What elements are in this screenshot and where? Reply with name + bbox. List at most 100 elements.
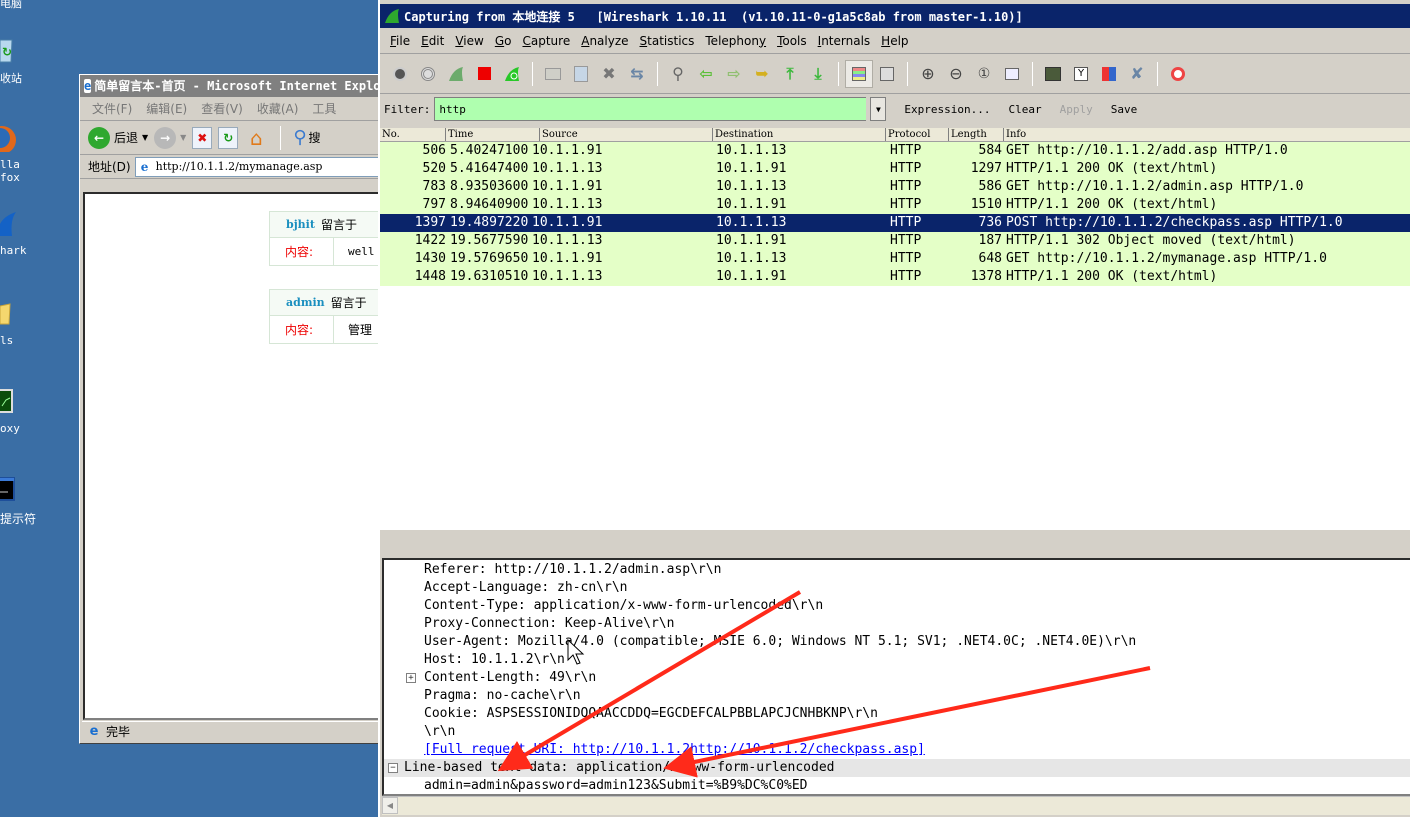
desktop-icon-tools-folder[interactable]: ls	[0, 300, 46, 347]
desktop-icon-wireshark[interactable]: hark	[0, 210, 46, 257]
detail-line[interactable]: [Full request URI: http://10.1.1.2http:/…	[384, 741, 1410, 759]
auto-scroll-button[interactable]	[873, 60, 901, 88]
ie-menu-edit[interactable]: 编辑(E)	[146, 100, 187, 117]
save-file-button[interactable]	[567, 60, 595, 88]
coloring-rules-button[interactable]	[1095, 60, 1123, 88]
preferences-button[interactable]: ✘	[1123, 60, 1151, 88]
column-header-no[interactable]: No.	[380, 128, 446, 141]
detail-line[interactable]: Proxy-Connection: Keep-Alive\r\n	[384, 615, 1410, 633]
column-header-source[interactable]: Source	[540, 128, 713, 141]
message-author[interactable]: bjhit	[286, 218, 315, 231]
menu-analyze[interactable]: Analyze	[581, 34, 628, 48]
apply-button[interactable]: Apply	[1060, 103, 1093, 116]
go-to-packet-button[interactable]: ➥	[748, 60, 776, 88]
detail-line[interactable]: Accept-Language: zh-cn\r\n	[384, 579, 1410, 597]
detail-line[interactable]: Host: 10.1.1.2\r\n	[384, 651, 1410, 669]
stop-capture-button[interactable]	[470, 60, 498, 88]
detail-line[interactable]: − Line-based text data: application/x-www…	[384, 759, 1410, 777]
capture-options-button[interactable]	[414, 60, 442, 88]
go-back-button[interactable]: ⇦	[692, 60, 720, 88]
column-header-info[interactable]: Info	[1004, 128, 1410, 141]
packet-row[interactable]: 1448 19.6310510 10.1.1.13 10.1.1.91 HTTP 1378…	[380, 268, 1410, 286]
menu-statistics[interactable]: Statistics	[640, 34, 695, 48]
menu-edit[interactable]: Edit	[421, 34, 444, 48]
detail-line[interactable]: User-Agent: Mozilla/4.0 (compatible; MSI…	[384, 633, 1410, 651]
detail-line[interactable]: admin=admin&password=admin123&Submit=%B9…	[384, 777, 1410, 794]
search-button[interactable]: ⚲ 搜	[293, 127, 320, 148]
message-author[interactable]: admin	[286, 296, 325, 309]
menu-file[interactable]: File	[390, 34, 410, 48]
packet-row[interactable]: 797 8.94640900 10.1.1.13 10.1.1.91 HTTP 1510 H…	[380, 196, 1410, 214]
address-input[interactable]: e http://10.1.1.2/mymanage.asp	[134, 156, 380, 177]
back-button[interactable]: ← 后退 ▼	[88, 126, 148, 149]
filter-dropdown-button[interactable]: ▼	[870, 97, 887, 121]
packet-row[interactable]: 783 8.93503600 10.1.1.91 10.1.1.13 HTTP 586 GE…	[380, 178, 1410, 196]
home-button[interactable]: ⌂	[244, 127, 268, 149]
detail-line[interactable]: Pragma: no-cache\r\n	[384, 687, 1410, 705]
go-last-packet-button[interactable]: ⤓	[804, 60, 832, 88]
go-first-packet-button[interactable]: ⤒	[776, 60, 804, 88]
packet-row[interactable]: 520 5.41647400 10.1.1.13 10.1.1.91 HTTP 1297 H…	[380, 160, 1410, 178]
colorize-button[interactable]	[845, 59, 873, 88]
expression-button[interactable]: Expression...	[904, 103, 990, 116]
detail-line[interactable]: \r\n	[384, 723, 1410, 741]
column-header-protocol[interactable]: Protocol	[886, 128, 949, 141]
restart-capture-button[interactable]	[498, 60, 526, 88]
find-packet-button[interactable]: ⚲	[664, 60, 692, 88]
capture-filters-button[interactable]	[1039, 60, 1067, 88]
packet-row[interactable]: 506 5.40247100 10.1.1.91 10.1.1.13 HTTP 584 GE…	[380, 142, 1410, 160]
wireshark-title-bar[interactable]: Capturing from 本地连接 5 [Wireshark 1.10.11…	[380, 4, 1410, 28]
zoom-in-button[interactable]: ⊕	[914, 60, 942, 88]
forward-button[interactable]: → ▼	[154, 126, 186, 149]
menu-telephony[interactable]: Telephony	[705, 34, 766, 48]
detail-line[interactable]: Cookie: ASPSESSIONIDQQAACCDDQ=EGCDEFCALP…	[384, 705, 1410, 723]
save-filter-button[interactable]: Save	[1111, 103, 1138, 116]
refresh-button[interactable]: ↻	[218, 126, 239, 149]
reload-button[interactable]: ⇆	[623, 60, 651, 88]
ie-menu-file[interactable]: 文件(F)	[92, 100, 132, 117]
ie-menu-favorites[interactable]: 收藏(A)	[257, 100, 299, 117]
desktop-icon-firefox[interactable]: lla fox	[0, 124, 46, 184]
menu-tools[interactable]: Tools	[777, 34, 807, 48]
open-file-button[interactable]	[539, 60, 567, 88]
ie-menu-tools[interactable]: 工具	[312, 100, 336, 117]
detail-line[interactable]: Referer: http://10.1.1.2/admin.asp\r\n	[384, 561, 1410, 579]
desktop-icon-recycle-bin[interactable]: ↻ 收站	[0, 36, 46, 86]
ie-menu-view[interactable]: 查看(V)	[201, 100, 243, 117]
menu-internals[interactable]: Internals	[818, 34, 871, 48]
collapse-icon[interactable]: −	[388, 763, 398, 773]
start-capture-button[interactable]	[442, 60, 470, 88]
clear-button[interactable]: Clear	[1008, 103, 1041, 116]
interfaces-button[interactable]	[386, 60, 414, 88]
desktop-icon-proxy[interactable]: oxy	[0, 388, 46, 435]
packet-row[interactable]: 1430 19.5769650 10.1.1.91 10.1.1.13 HTTP 648 G…	[380, 250, 1410, 268]
detail-link[interactable]: [Full request URI: http://10.1.1.2http:/…	[424, 742, 925, 757]
resize-columns-button[interactable]	[998, 60, 1026, 88]
packet-row[interactable]: 1422 19.5677590 10.1.1.13 10.1.1.91 HTTP 187 H…	[380, 232, 1410, 250]
menu-capture[interactable]: Capture	[522, 34, 570, 48]
display-filter-input[interactable]: http	[434, 97, 867, 121]
packet-row[interactable]: 1397 19.4897220 10.1.1.91 10.1.1.13 HTTP 736 P…	[380, 214, 1410, 232]
detail-line[interactable]: + Content-Length: 49\r\n	[384, 669, 1410, 687]
ie-title-bar[interactable]: e 简单留言本-首页 - Microsoft Internet Explorer	[80, 75, 380, 97]
normal-size-button[interactable]: ①	[970, 60, 998, 88]
details-horizontal-scrollbar[interactable]: ◀	[382, 796, 1410, 815]
display-filters-button[interactable]: Y	[1067, 60, 1095, 88]
column-header-time[interactable]: Time	[446, 128, 540, 141]
expand-icon[interactable]: +	[406, 673, 416, 683]
zoom-out-button[interactable]: ⊖	[942, 60, 970, 88]
desktop-icon-command-prompt[interactable]: 提示符	[0, 476, 46, 527]
column-header-length[interactable]: Length	[949, 128, 1004, 141]
close-file-button[interactable]: ✖	[595, 60, 623, 88]
desktop-icon-my-computer[interactable]: 电脑	[0, 0, 46, 11]
column-header-destination[interactable]: Destination	[713, 128, 886, 141]
menu-go[interactable]: Go	[495, 34, 512, 48]
stop-button[interactable]: ✖	[192, 126, 213, 149]
menu-help[interactable]: Help	[881, 34, 908, 48]
help-button[interactable]	[1164, 60, 1192, 88]
go-forward-button[interactable]: ⇨	[720, 60, 748, 88]
back-dropdown-icon[interactable]: ▼	[142, 133, 148, 142]
menu-view[interactable]: View	[455, 34, 483, 48]
scroll-left-button[interactable]: ◀	[382, 797, 398, 814]
detail-line[interactable]: Content-Type: application/x-www-form-url…	[384, 597, 1410, 615]
